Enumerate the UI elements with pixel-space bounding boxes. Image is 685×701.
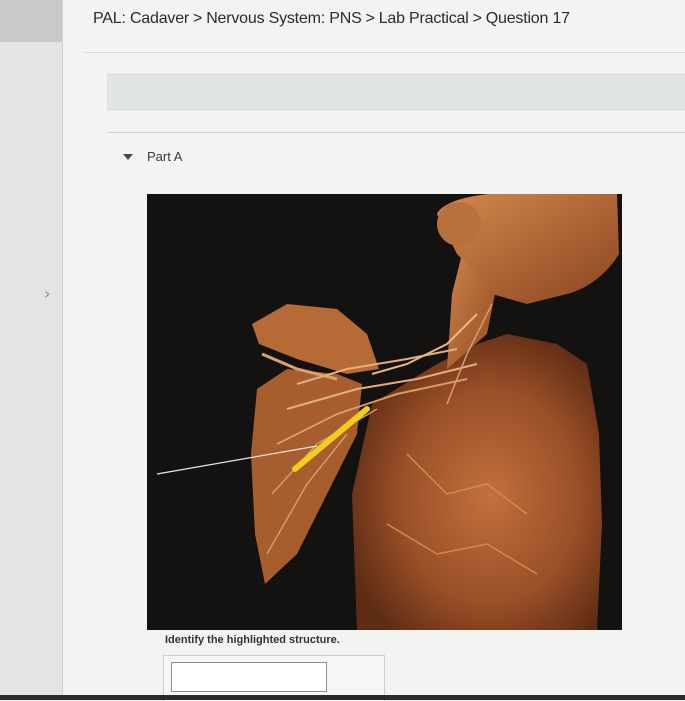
divider: [85, 52, 685, 53]
chevron-right-icon[interactable]: ›: [44, 284, 50, 303]
cadaver-image: [147, 194, 622, 630]
divider: [107, 132, 685, 133]
breadcrumb-separator: >: [193, 10, 203, 27]
rail-header: [0, 0, 62, 42]
main-content: PAL: Cadaver > Nervous System: PNS > Lab Pra…: [63, 0, 685, 701]
part-label: Part A: [147, 149, 183, 164]
breadcrumb-item-topic[interactable]: Nervous System: PNS: [206, 10, 362, 27]
answer-input[interactable]: [171, 662, 327, 692]
breadcrumb-item-course[interactable]: PAL: Cadaver: [93, 10, 189, 27]
part-a-toggle[interactable]: Part A: [123, 149, 182, 164]
left-rail: ›: [0, 0, 63, 700]
breadcrumb-separator: >: [365, 10, 375, 27]
breadcrumb-item-assessment[interactable]: Lab Practical: [379, 10, 469, 27]
breadcrumb: PAL: Cadaver > Nervous System: PNS > Lab Pra…: [93, 10, 570, 28]
breadcrumb-item-question: Question 17: [485, 10, 570, 27]
breadcrumb-separator: >: [472, 10, 482, 27]
question-prompt: Identify the highlighted structure.: [165, 634, 340, 646]
screen-bezel: [0, 695, 685, 700]
question-banner: [107, 74, 685, 110]
cadaver-dissection-picture: [147, 194, 622, 630]
caret-down-icon[interactable]: [123, 153, 133, 160]
